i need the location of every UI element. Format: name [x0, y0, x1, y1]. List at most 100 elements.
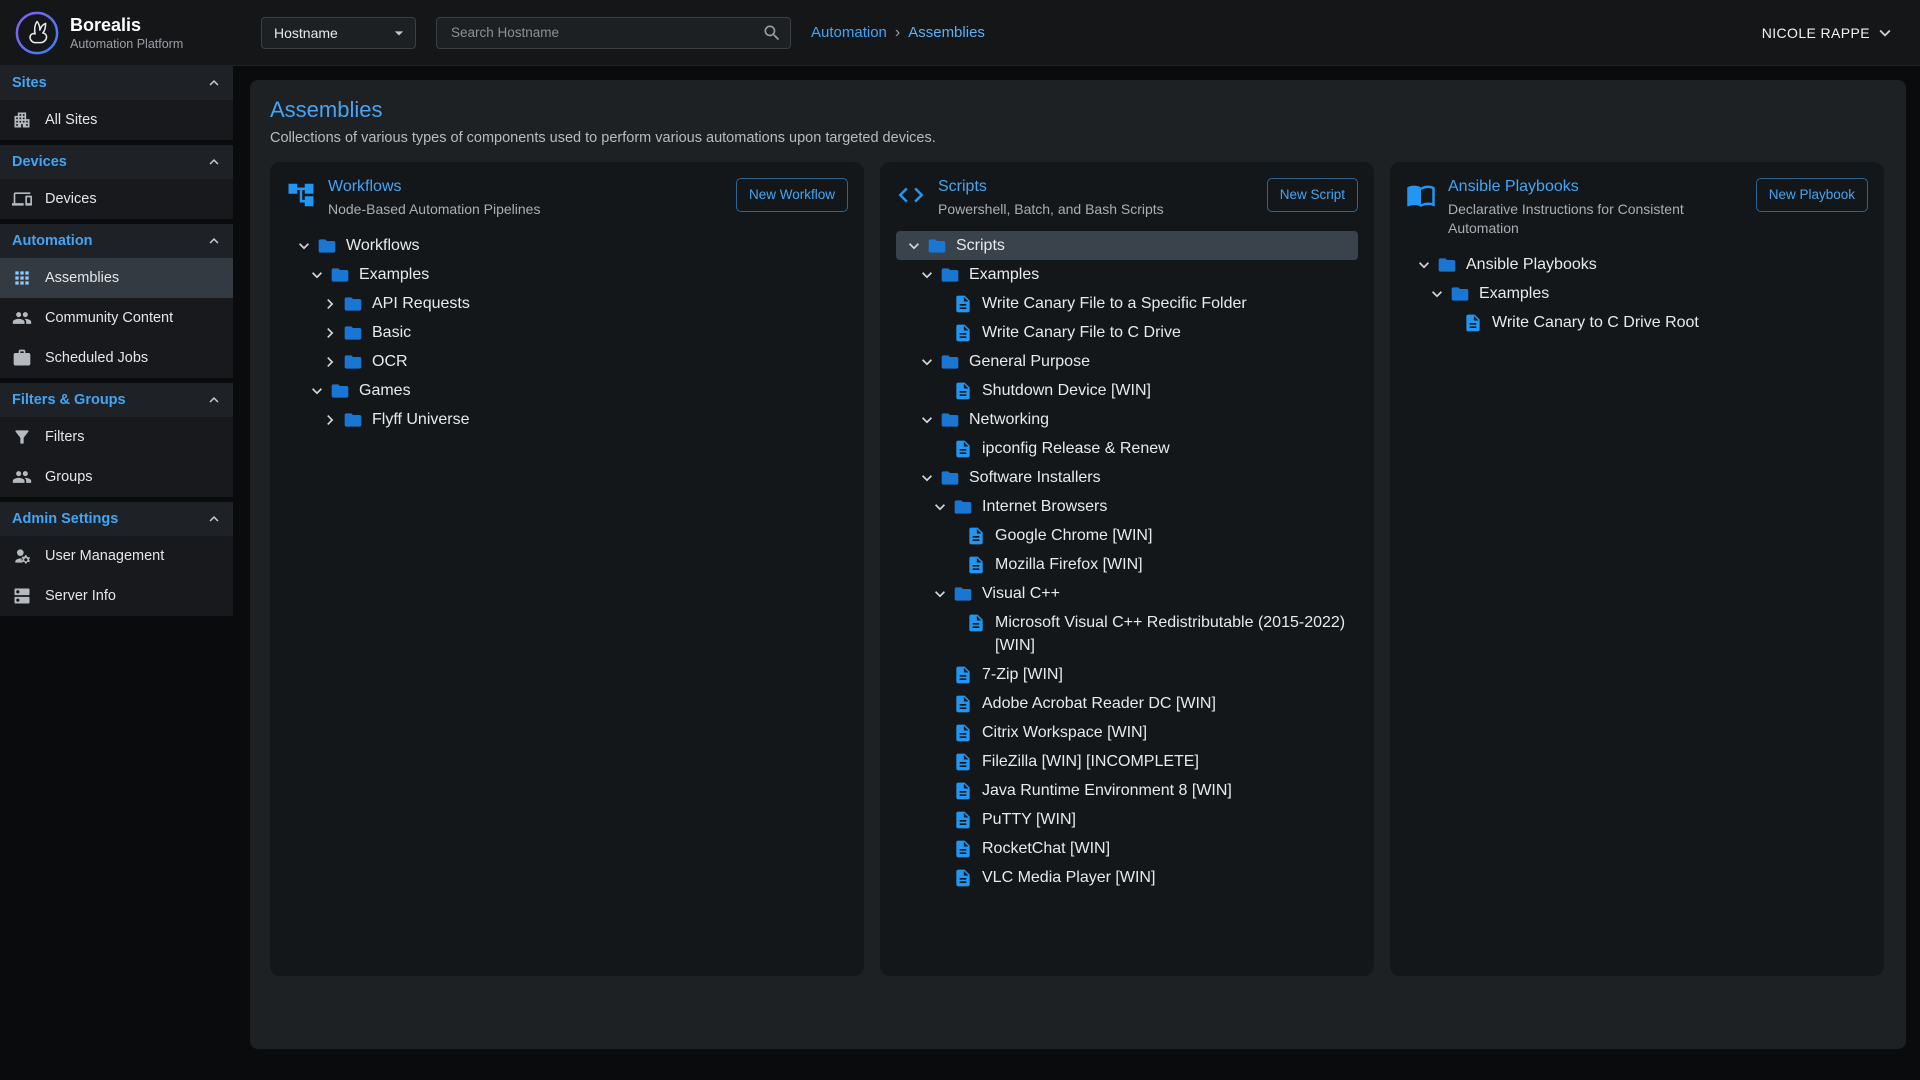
tree-item-label: Basic: [372, 321, 411, 344]
code-icon: [896, 180, 926, 210]
chevron-down-icon[interactable]: [930, 497, 950, 517]
tree-row[interactable]: Google Chrome [WIN]: [896, 521, 1358, 550]
borealis-logo: [14, 10, 60, 56]
tree-row[interactable]: Flyff Universe: [286, 405, 848, 434]
chevron-right-icon[interactable]: [320, 410, 340, 430]
tree-row[interactable]: OCR: [286, 347, 848, 376]
chevron-down-icon[interactable]: [917, 410, 937, 430]
topbar: Borealis Automation Platform Hostname Au…: [0, 0, 1920, 66]
card-header-scripts: ScriptsPowershell, Batch, and Bash Scrip…: [896, 178, 1358, 219]
search-input[interactable]: [449, 24, 762, 41]
filter-icon: [12, 427, 32, 447]
tree-row[interactable]: FileZilla [WIN] [INCOMPLETE]: [896, 747, 1358, 776]
chevron-down-icon[interactable]: [294, 236, 314, 256]
sidebar-section-sites: SitesAll Sites: [0, 66, 233, 140]
breadcrumb-item-automation[interactable]: Automation: [811, 24, 887, 41]
tree-row[interactable]: VLC Media Player [WIN]: [896, 863, 1358, 892]
chevron-down-icon[interactable]: [307, 265, 327, 285]
tree-row[interactable]: API Requests: [286, 289, 848, 318]
tree-row[interactable]: RocketChat [WIN]: [896, 834, 1358, 863]
tree-row[interactable]: Scripts: [896, 231, 1358, 260]
sidebar-item-community-content[interactable]: Community Content: [0, 298, 233, 338]
chevron-down-icon: [1874, 22, 1896, 44]
chevron-down-icon[interactable]: [1414, 255, 1434, 275]
groups-icon: [12, 467, 32, 487]
tree-row[interactable]: Examples: [896, 260, 1358, 289]
sidebar-section-header-automation[interactable]: Automation: [0, 224, 233, 258]
tree-row[interactable]: 7-Zip [WIN]: [896, 660, 1358, 689]
chevron-down-icon[interactable]: [307, 381, 327, 401]
sidebar-item-label: Community Content: [45, 310, 173, 326]
sidebar-section-header-devices[interactable]: Devices: [0, 145, 233, 179]
tree-item-label: Ansible Playbooks: [1466, 253, 1597, 276]
tree-row[interactable]: Basic: [286, 318, 848, 347]
tree-row[interactable]: Shutdown Device [WIN]: [896, 376, 1358, 405]
chevron-down-icon[interactable]: [917, 468, 937, 488]
tree-row[interactable]: Write Canary to C Drive Root: [1406, 308, 1868, 337]
file-icon: [953, 323, 973, 343]
chevron-right-icon[interactable]: [320, 294, 340, 314]
tree-row[interactable]: ipconfig Release & Renew: [896, 434, 1358, 463]
sidebar-item-user-management[interactable]: User Management: [0, 536, 233, 576]
tree-item-label: Examples: [359, 263, 429, 286]
tree-row[interactable]: Software Installers: [896, 463, 1358, 492]
tree-row[interactable]: PuTTY [WIN]: [896, 805, 1358, 834]
tree-row[interactable]: Ansible Playbooks: [1406, 250, 1868, 279]
chevron-down-icon[interactable]: [1427, 284, 1447, 304]
user-menu[interactable]: NICOLE RAPPE: [1762, 22, 1896, 44]
file-icon: [953, 752, 973, 772]
sidebar-item-filters[interactable]: Filters: [0, 417, 233, 457]
sidebar-section-header-sites[interactable]: Sites: [0, 66, 233, 100]
hostname-select[interactable]: Hostname: [261, 17, 416, 49]
tree-row[interactable]: Workflows: [286, 231, 848, 260]
sidebar-section-header-filters-groups[interactable]: Filters & Groups: [0, 383, 233, 417]
chevron-right-icon[interactable]: [320, 323, 340, 343]
tree-row[interactable]: Microsoft Visual C++ Redistributable (20…: [896, 608, 1358, 660]
tree-row[interactable]: Networking: [896, 405, 1358, 434]
sidebar-item-assemblies[interactable]: Assemblies: [0, 258, 233, 298]
chevron-right-icon[interactable]: [320, 352, 340, 372]
chevron-down-icon[interactable]: [930, 584, 950, 604]
tree-playbooks: Ansible Playbooks ExamplesWrite Canary to…: [1406, 250, 1868, 337]
tree-row[interactable]: Java Runtime Environment 8 [WIN]: [896, 776, 1358, 805]
tree-row[interactable]: Games: [286, 376, 848, 405]
card-playbooks: Ansible PlaybooksDeclarative Instruction…: [1390, 162, 1884, 976]
sidebar-section-header-admin-settings[interactable]: Admin Settings: [0, 502, 233, 536]
breadcrumb-item-assemblies[interactable]: Assemblies: [908, 24, 985, 41]
folder-icon: [940, 352, 960, 372]
tree-row[interactable]: Visual C++: [896, 579, 1358, 608]
sidebar-item-groups[interactable]: Groups: [0, 457, 233, 497]
file-icon: [953, 665, 973, 685]
tree-row[interactable]: Adobe Acrobat Reader DC [WIN]: [896, 689, 1358, 718]
tree-row[interactable]: Write Canary File to a Specific Folder: [896, 289, 1358, 318]
tree-row[interactable]: Examples: [286, 260, 848, 289]
sidebar-section-label: Filters & Groups: [12, 392, 126, 408]
sidebar-section-label: Admin Settings: [12, 511, 118, 527]
tree-item-label: Write Canary File to a Specific Folder: [982, 292, 1247, 315]
chevron-down-icon[interactable]: [917, 265, 937, 285]
sidebar-item-all-sites[interactable]: All Sites: [0, 100, 233, 140]
tree-row[interactable]: Write Canary File to C Drive: [896, 318, 1358, 347]
sidebar-item-devices[interactable]: Devices: [0, 179, 233, 219]
tree-item-label: Mozilla Firefox [WIN]: [995, 553, 1143, 576]
tree-row[interactable]: Examples: [1406, 279, 1868, 308]
file-icon: [953, 839, 973, 859]
card-workflows: WorkflowsNode-Based Automation Pipelines…: [270, 162, 864, 976]
tree-item-label: Adobe Acrobat Reader DC [WIN]: [982, 692, 1216, 715]
folder-icon: [953, 497, 973, 517]
tree-row[interactable]: Citrix Workspace [WIN]: [896, 718, 1358, 747]
workflow-icon: [286, 180, 316, 210]
tree-item-label: Examples: [969, 263, 1039, 286]
sidebar-item-scheduled-jobs[interactable]: Scheduled Jobs: [0, 338, 233, 378]
sidebar-item-server-info[interactable]: Server Info: [0, 576, 233, 616]
tree-row[interactable]: Internet Browsers: [896, 492, 1358, 521]
new-workflow-button[interactable]: New Workflow: [736, 178, 848, 212]
new-playbook-button[interactable]: New Playbook: [1756, 178, 1868, 212]
tree-row[interactable]: General Purpose: [896, 347, 1358, 376]
tree-row[interactable]: Mozilla Firefox [WIN]: [896, 550, 1358, 579]
new-script-button[interactable]: New Script: [1267, 178, 1358, 212]
chevron-down-icon[interactable]: [904, 236, 924, 256]
search-icon[interactable]: [762, 23, 782, 43]
chevron-down-icon[interactable]: [917, 352, 937, 372]
file-icon: [966, 526, 986, 546]
